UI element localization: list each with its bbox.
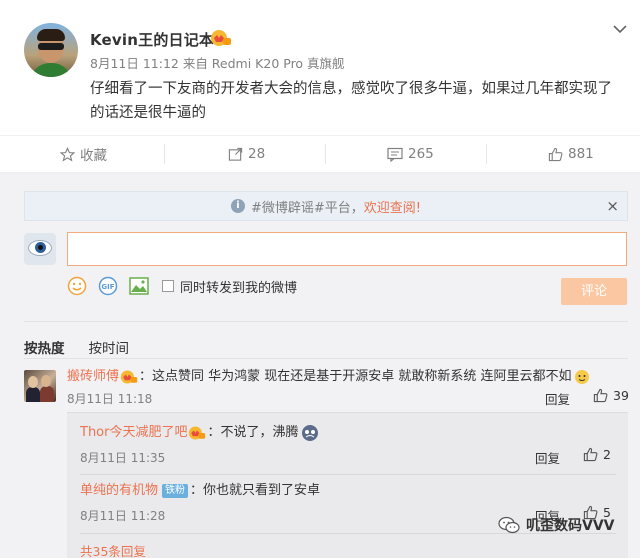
share-icon — [228, 147, 243, 161]
watermark-text: 叽歪数码VVV — [526, 518, 615, 534]
reply-body: 单纯的有机物 铁粉 ：你也就只看到了安卓 — [80, 481, 320, 501]
repost-checkbox[interactable] — [162, 280, 174, 292]
post-meta: 8月11日 11:12 来自 Redmi K20 Pro 真旗舰 — [90, 56, 345, 71]
comment-like-button[interactable]: 39 — [593, 388, 629, 403]
repost-count: 28 — [248, 146, 266, 162]
vip-badge-icon[interactable] — [120, 369, 138, 385]
author-name[interactable]: Kevin王的日记本 — [90, 29, 214, 50]
like-button[interactable]: 881 — [548, 136, 594, 172]
comment-button[interactable]: 265 — [387, 136, 434, 172]
tab-sort-hot[interactable]: 按热度 — [24, 337, 65, 357]
vip-badge-icon[interactable] — [210, 29, 232, 47]
thumbs-up-icon — [583, 447, 598, 462]
notice-text[interactable]: #微博辟谣#平台， — [251, 197, 364, 216]
like-count: 881 — [568, 146, 594, 162]
notice-link[interactable]: 欢迎查阅! — [364, 197, 421, 216]
repost-checkbox-label[interactable]: 同时转发到我的微博 — [180, 277, 297, 296]
author-avatar[interactable] — [24, 23, 78, 77]
emoji-icon — [574, 370, 589, 384]
sort-tabs: 按热度 按时间 — [24, 337, 129, 357]
thumbs-up-icon — [593, 388, 608, 403]
commenter-name[interactable]: Thor今天减肥了吧 — [80, 423, 187, 443]
reply-text: ：不说了，沸腾 — [207, 425, 299, 440]
more-replies-link[interactable]: 共35条回复 — [80, 541, 146, 558]
reply-button[interactable]: 回复 — [545, 389, 570, 408]
tab-sort-time[interactable]: 按时间 — [89, 337, 130, 357]
reply-button[interactable]: 回复 — [535, 448, 560, 467]
comment-text: ：这点赞同 华为鸿蒙 现在还是基于开源安卓 就敢称新系统 连阿里云都不如 — [139, 369, 572, 384]
wechat-icon — [498, 516, 520, 534]
commenter-avatar[interactable] — [24, 370, 56, 402]
current-user-avatar — [24, 233, 56, 265]
favorite-label: 收藏 — [80, 148, 107, 164]
post-content: 仔细看了一下友商的开发者大会的信息，感觉吹了很多牛逼，如果过几年都实现了的话还是… — [90, 81, 612, 121]
post-action-bar: 收藏 28 265 881 — [0, 135, 640, 173]
comment-count: 265 — [408, 146, 434, 162]
weibo-post: Kevin王的日记本 8月11日 11:12 来自 Redmi K20 Pro … — [0, 0, 640, 135]
submit-comment-button[interactable]: 评论 — [561, 278, 627, 305]
comment-like-count: 39 — [613, 388, 629, 403]
thumbs-up-icon — [548, 147, 563, 161]
comment-input[interactable] — [67, 232, 627, 266]
comment-time: 8月11日 11:18 — [67, 392, 153, 406]
comment-toolbar: GIF 同时转发到我的微博 — [67, 274, 297, 298]
commenter-name[interactable]: 单纯的有机物 — [80, 481, 158, 501]
favorite-button[interactable]: 收藏 — [60, 136, 107, 172]
comment-panel: i #微博辟谣#平台， 欢迎查阅! × GIF 同时转发到我的微博 评论 按热度 … — [0, 173, 640, 558]
reply-like-button[interactable]: 2 — [583, 447, 611, 462]
fan-badge[interactable]: 铁粉 — [162, 484, 189, 498]
rumor-notice: i #微博辟谣#平台， 欢迎查阅! × — [24, 191, 628, 221]
watermark: 叽歪数码VVV — [498, 515, 615, 535]
star-icon — [60, 146, 75, 161]
reply-time: 8月11日 11:28 — [80, 509, 166, 523]
vip-badge-icon[interactable] — [188, 425, 206, 441]
reply-thread: Thor今天减肥了吧 ：不说了，沸腾 8月11日 11:35 回复 2 单纯的有… — [67, 412, 628, 558]
image-icon[interactable] — [129, 276, 149, 296]
emoji-icon — [301, 425, 318, 441]
svg-text:GIF: GIF — [101, 283, 114, 291]
repost-button[interactable]: 28 — [228, 136, 265, 172]
commenter-name[interactable]: 搬砖师傅 — [67, 367, 119, 387]
reply-like-count: 2 — [603, 447, 611, 462]
reply-time: 8月11日 11:35 — [80, 451, 166, 465]
info-icon: i — [230, 199, 245, 213]
comment-icon — [387, 147, 403, 162]
gif-icon[interactable]: GIF — [98, 276, 118, 296]
divider — [24, 358, 628, 359]
comment-body: 搬砖师傅 ：这点赞同 华为鸿蒙 现在还是基于开源安卓 就敢称新系统 连阿里云都不… — [67, 367, 590, 387]
chevron-down-icon[interactable] — [612, 22, 628, 36]
reply-body: Thor今天减肥了吧 ：不说了，沸腾 — [80, 423, 319, 443]
reply-text: ：你也就只看到了安卓 — [190, 483, 321, 498]
close-icon[interactable]: × — [606, 197, 619, 215]
divider — [24, 321, 628, 322]
emoji-icon[interactable] — [67, 276, 87, 296]
